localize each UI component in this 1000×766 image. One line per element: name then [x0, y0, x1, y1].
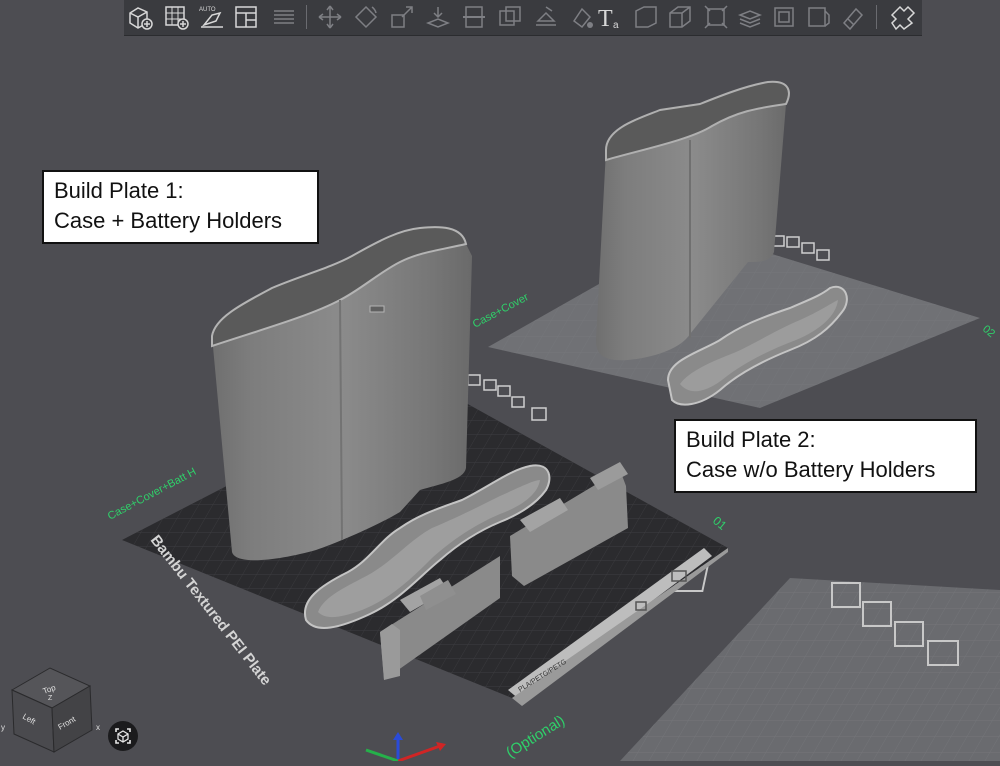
axis-z-label: Z	[48, 695, 53, 702]
3d-viewport[interactable]: Case+Cover 02 Case+Cover+Batt H 01 Bambu…	[0, 0, 1000, 763]
arrange-grid-icon[interactable]	[162, 3, 190, 31]
view-cube[interactable]: Top Left Front y x Z	[1, 667, 100, 753]
callout-2-title: Build Plate 2:	[686, 427, 816, 452]
assembly-icon[interactable]	[702, 3, 730, 31]
color-paint-icon[interactable]	[568, 3, 596, 31]
move-icon[interactable]	[316, 3, 344, 31]
plate-2-number: 02	[980, 323, 997, 340]
support-paint-icon[interactable]	[532, 3, 560, 31]
plate-bottom-label[interactable]: (Optional)	[503, 712, 568, 761]
text-tool-icon[interactable]: Ta	[596, 3, 624, 31]
plate-1-number: 01	[710, 514, 729, 534]
cut-icon[interactable]	[460, 3, 488, 31]
callout-1-subtitle: Case + Battery Holders	[54, 208, 283, 233]
axis-x-label: x	[96, 723, 100, 732]
rotate-icon[interactable]	[352, 3, 380, 31]
split-lines-icon[interactable]	[270, 3, 298, 31]
assembly-view-icon[interactable]	[888, 3, 916, 31]
seam-paint-icon[interactable]	[632, 3, 660, 31]
plate-2-name-label[interactable]: Case+Cover	[471, 291, 531, 331]
svg-text:a: a	[613, 20, 619, 31]
svg-text:T: T	[598, 6, 613, 31]
callout-2-subtitle: Case w/o Battery Holders	[686, 457, 936, 482]
variable-layer-icon[interactable]	[736, 3, 764, 31]
axis-y-label: y	[1, 723, 5, 732]
plate-layout-icon[interactable]	[232, 3, 260, 31]
world-axes	[365, 732, 446, 763]
callout-build-plate-2: Build Plate 2: Case w/o Battery Holders	[674, 419, 977, 493]
split-object-icon[interactable]	[804, 3, 832, 31]
auto-orient-icon[interactable]: AUTO	[198, 3, 226, 31]
svg-text:AUTO: AUTO	[199, 7, 216, 13]
lay-on-face-icon[interactable]	[424, 3, 452, 31]
add-object-icon[interactable]	[126, 3, 154, 31]
callout-1-title: Build Plate 1:	[54, 178, 184, 203]
scale-icon[interactable]	[388, 3, 416, 31]
plate-2-icons[interactable]	[771, 235, 830, 261]
fit-view-icon	[115, 728, 131, 744]
measure-icon[interactable]	[666, 3, 694, 31]
fit-view-button[interactable]	[108, 721, 138, 751]
boolean-icon[interactable]	[496, 3, 524, 31]
erase-icon[interactable]	[838, 3, 866, 31]
callout-build-plate-1: Build Plate 1: Case + Battery Holders	[42, 170, 319, 244]
top-toolbar: AUTO Ta	[124, 0, 922, 36]
plate-3-bed	[620, 578, 1000, 761]
slice-view-icon[interactable]	[770, 3, 798, 31]
scene-canvas[interactable]: Case+Cover 02 Case+Cover+Batt H 01 Bambu…	[0, 0, 1000, 763]
